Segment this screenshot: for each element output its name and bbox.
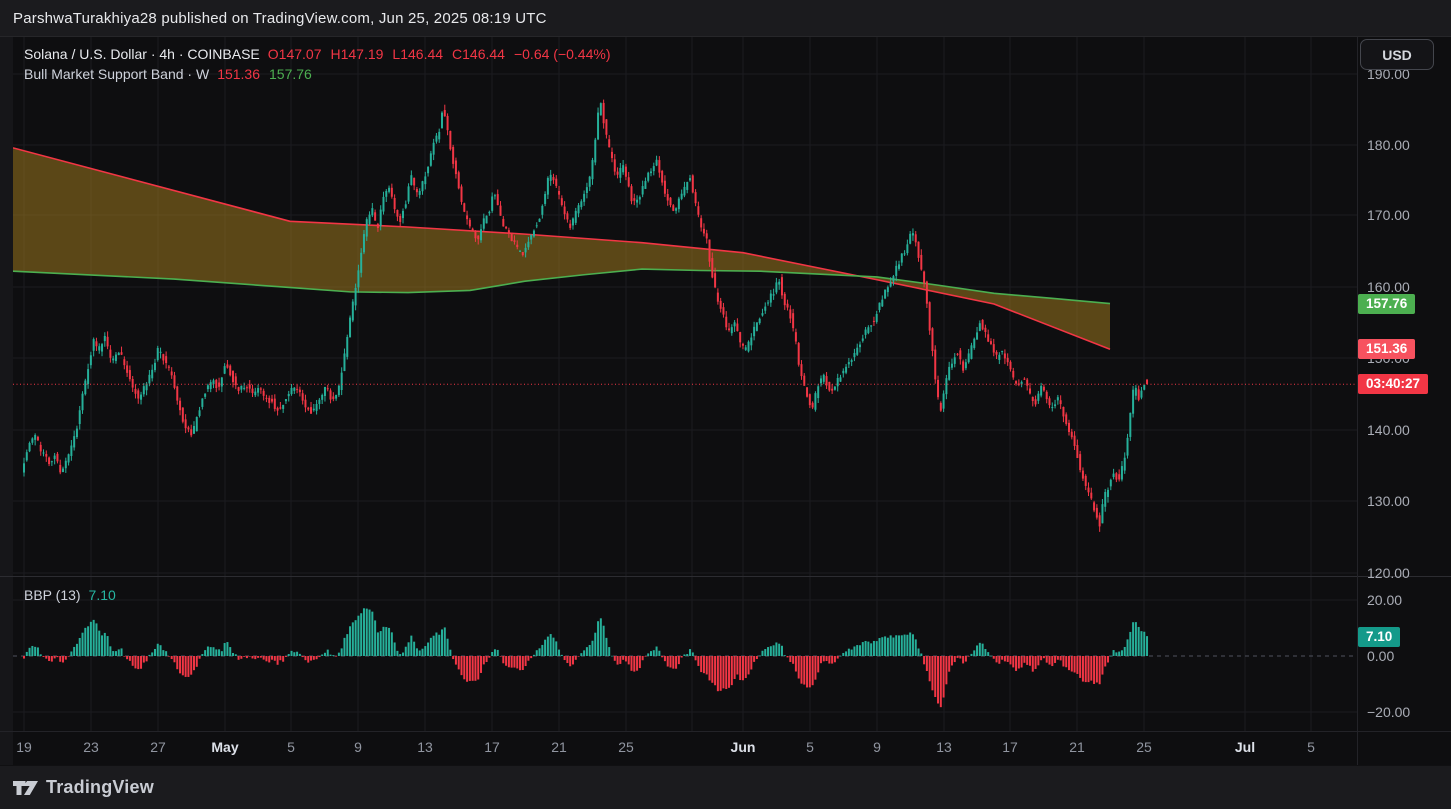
currency-toggle-button[interactable]: USD xyxy=(1360,39,1434,70)
price-badge: 157.76 xyxy=(1358,294,1415,314)
indicator-value: 151.36 xyxy=(217,66,260,82)
time-axis-label: 27 xyxy=(150,739,166,755)
price-axis-label: 20.00 xyxy=(1367,592,1402,608)
publish-info: ParshwaTurakhiya28 published on TradingV… xyxy=(13,10,547,27)
price-badge: 7.10 xyxy=(1358,627,1400,647)
time-axis-label: 25 xyxy=(618,739,634,755)
bbp-value: 7.10 xyxy=(89,587,116,603)
time-axis-label: 21 xyxy=(551,739,567,755)
time-axis-label: 19 xyxy=(16,739,32,755)
time-axis-label: 5 xyxy=(1307,739,1315,755)
time-axis-label: 23 xyxy=(83,739,99,755)
time-axis-label: 25 xyxy=(1136,739,1152,755)
brand-name[interactable]: TradingView xyxy=(46,777,154,798)
price-axis-label: 120.00 xyxy=(1367,565,1410,581)
time-axis-label: 9 xyxy=(354,739,362,755)
countdown-badge: 03:40:27 xyxy=(1358,374,1428,394)
symbol-legend: Solana / U.S. Dollar · 4h · COINBASE O14… xyxy=(24,46,610,62)
bull-market-support-band xyxy=(13,148,1110,349)
time-axis-label: 13 xyxy=(936,739,952,755)
time-axis-label: Jul xyxy=(1235,739,1255,755)
ohlc-values: O147.07 H147.19 L146.44 C146.44 −0.64 (−0.44… xyxy=(268,46,611,62)
time-axis-label: May xyxy=(211,739,238,755)
tradingview-logo-icon[interactable] xyxy=(13,780,39,796)
candlestick-series xyxy=(23,100,1148,532)
time-axis-label: Jun xyxy=(731,739,756,755)
price-badge: 151.36 xyxy=(1358,339,1415,359)
price-axis-label: −20.00 xyxy=(1367,704,1410,720)
time-axis-label: 17 xyxy=(484,739,500,755)
time-axis-border xyxy=(0,731,1451,732)
chart-canvas[interactable] xyxy=(13,37,1357,731)
price-axis-label: 0.00 xyxy=(1367,648,1394,664)
indicator-title[interactable]: Bull Market Support Band · W xyxy=(24,66,209,82)
price-axis-border xyxy=(1357,37,1358,765)
time-axis-label: 21 xyxy=(1069,739,1085,755)
symbol-title[interactable]: Solana / U.S. Dollar · 4h · COINBASE xyxy=(24,46,260,62)
indicator-values: 151.36 157.76 xyxy=(217,66,312,82)
time-axis-label: 17 xyxy=(1002,739,1018,755)
quote-item: H147.19 xyxy=(330,46,383,62)
time-axis-label: 5 xyxy=(287,739,295,755)
quote-item: C146.44 xyxy=(452,46,505,62)
bbp-histogram xyxy=(23,608,1148,707)
price-axis-label: 140.00 xyxy=(1367,422,1410,438)
quote-item: O147.07 xyxy=(268,46,322,62)
brand-bar: TradingView xyxy=(0,765,1451,809)
price-axis-label: 180.00 xyxy=(1367,137,1410,153)
indicator-legend: Bull Market Support Band · W 151.36 157.7… xyxy=(24,66,312,82)
price-axis-label: 130.00 xyxy=(1367,493,1410,509)
bbp-title[interactable]: BBP (13) xyxy=(24,587,81,603)
publish-bar: ParshwaTurakhiya28 published on TradingV… xyxy=(0,0,1451,37)
price-axis-label: 160.00 xyxy=(1367,279,1410,295)
time-axis-label: 13 xyxy=(417,739,433,755)
time-axis-label: 5 xyxy=(806,739,814,755)
quote-item: −0.64 (−0.44%) xyxy=(514,46,611,62)
indicator-value: 157.76 xyxy=(269,66,312,82)
price-axis-label: 170.00 xyxy=(1367,207,1410,223)
quote-item: L146.44 xyxy=(392,46,443,62)
tradingview-snapshot: ParshwaTurakhiya28 published on TradingV… xyxy=(0,0,1451,809)
pane-separator[interactable] xyxy=(0,576,1451,577)
time-axis-label: 9 xyxy=(873,739,881,755)
bbp-legend: BBP (13) 7.10 xyxy=(24,587,116,603)
